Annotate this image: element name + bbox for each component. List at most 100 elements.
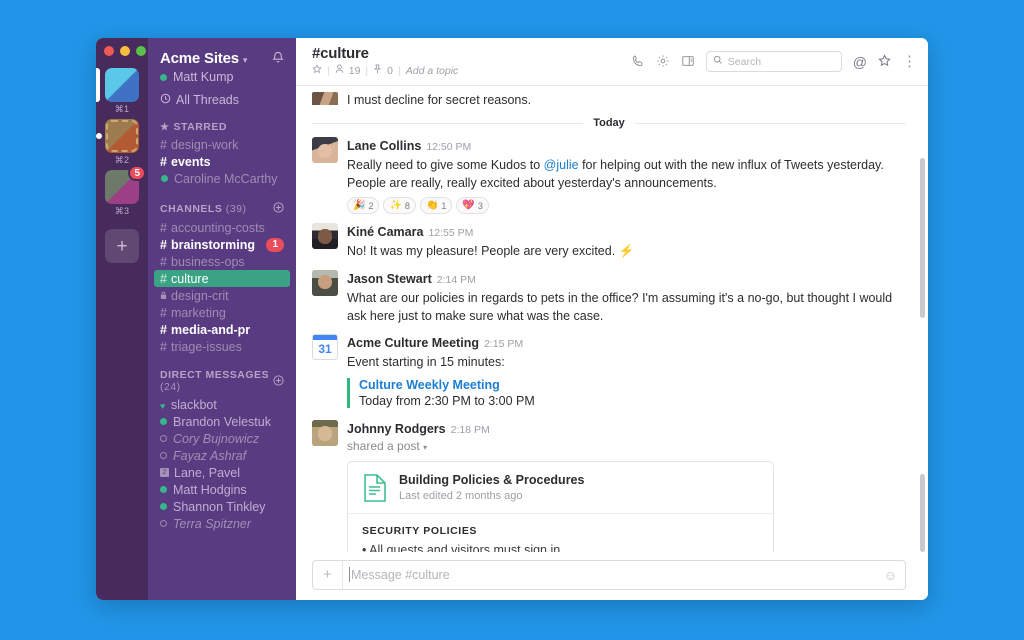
pin-icon[interactable] <box>373 64 382 77</box>
sidebar-channel-business-ops[interactable]: # business-ops <box>148 253 296 270</box>
post-attachment-card[interactable]: Building Policies & Procedures Last edit… <box>347 460 774 552</box>
hash-icon: # <box>160 271 167 286</box>
members-count: 19 <box>348 64 361 77</box>
current-user[interactable]: Matt Kump <box>160 70 284 84</box>
sidebar-dm-lane-pavel[interactable]: 2 Lane, Pavel <box>148 464 296 481</box>
team-tile-1[interactable]: ⌘1 <box>96 68 139 115</box>
mentions-icon[interactable]: @ <box>853 55 867 69</box>
sidebar-channel-culture[interactable]: # culture <box>154 270 290 287</box>
sidebar-channel-events[interactable]: # events <box>148 153 296 170</box>
sidebar-dm-shannon-tinkley[interactable]: Shannon Tinkley <box>148 498 296 515</box>
add-attachment-button[interactable]: + <box>313 561 343 589</box>
team-tile-3[interactable]: 5 ⌘3 <box>105 165 146 217</box>
message-input[interactable]: Message #culture <box>343 567 884 582</box>
channel-label: triage-issues <box>171 339 242 354</box>
shared-post-label[interactable]: shared a post ▾ <box>347 439 906 453</box>
team-avatar[interactable] <box>105 119 139 153</box>
dm-label: Matt Hodgins <box>173 482 247 497</box>
team-name[interactable]: Acme Sites <box>160 50 239 67</box>
lock-icon <box>160 289 171 303</box>
message-author[interactable]: Kiné Camara <box>347 225 423 239</box>
more-options-icon[interactable]: ⋮ <box>902 54 917 69</box>
minimize-icon[interactable] <box>120 46 130 56</box>
reaction-count: 1 <box>441 200 447 211</box>
notifications-bell-icon[interactable] <box>272 51 284 67</box>
user-mention[interactable]: @julie <box>544 158 579 172</box>
message-author[interactable]: Lane Collins <box>347 139 421 153</box>
reaction-chip[interactable]: ✨ 8 <box>383 197 416 215</box>
details-panel-icon[interactable] <box>681 54 695 70</box>
reaction-chip[interactable]: 🎉 2 <box>347 197 380 215</box>
members-icon[interactable] <box>335 64 344 77</box>
sidebar-dm-fayaz-ashraf[interactable]: Fayaz Ashraf <box>148 447 296 464</box>
message-author[interactable]: Jason Stewart <box>347 272 432 286</box>
channel-meta: | 19 | 0 | Add a topic <box>312 64 463 77</box>
star-channel-icon[interactable] <box>312 64 322 77</box>
sidebar-dm-terra-spitzner[interactable]: Terra Spitzner <box>148 515 296 532</box>
reaction-bar: 🎉 2 ✨ 8 👏 1 💖 3 <box>347 197 906 215</box>
message-row: Kiné Camara 12:55 PM No! It was my pleasu… <box>312 214 906 260</box>
message-list[interactable]: I must decline for secret reasons. Today <box>296 86 928 552</box>
sidebar-channel-marketing[interactable]: # marketing <box>148 304 296 321</box>
team-header[interactable]: Acme Sites ▾ Matt Kump <box>148 46 296 84</box>
add-channel-icon[interactable] <box>273 201 284 216</box>
presence-online-icon <box>160 73 167 81</box>
day-divider-label: Today <box>593 117 625 130</box>
slack-window: ⌘1 ⌘2 5 ⌘3 + Acme Sites ▾ Matt Kump All … <box>96 38 928 600</box>
scrollbar-thumb-upper[interactable] <box>920 158 925 318</box>
chevron-down-icon[interactable]: ▾ <box>423 443 427 452</box>
post-section-heading: SECURITY POLICIES <box>362 524 478 537</box>
call-icon[interactable] <box>631 54 645 70</box>
sidebar-dm-cory-bujnowicz[interactable]: Cory Bujnowicz <box>148 430 296 447</box>
dm-label: slackbot <box>171 397 217 412</box>
sidebar-dm-brandon-velestuk[interactable]: Brandon Velestuk <box>148 413 296 430</box>
sidebar-channel-media-and-pr[interactable]: # media-and-pr <box>148 321 296 338</box>
gear-icon[interactable] <box>656 54 670 70</box>
team-switcher-rail: ⌘1 ⌘2 5 ⌘3 + <box>96 38 148 600</box>
sidebar-channel-accounting-costs[interactable]: # accounting-costs <box>148 219 296 236</box>
sidebar-dm-slackbot[interactable]: ♥ slackbot <box>148 396 296 413</box>
sidebar-channel-design-work[interactable]: # design-work <box>148 136 296 153</box>
presence-online-icon <box>161 175 168 182</box>
add-topic-link[interactable]: Add a topic <box>406 65 459 77</box>
sidebar-dm-caroline-mccarthy[interactable]: Caroline McCarthy <box>148 170 296 187</box>
message-timestamp: 12:50 PM <box>426 141 472 154</box>
starred-items-icon[interactable] <box>878 54 891 69</box>
post-title[interactable]: Building Policies & Procedures <box>399 473 584 487</box>
threads-icon <box>160 93 171 107</box>
dm-label: Cory Bujnowicz <box>173 431 260 446</box>
sidebar-channel-triage-issues[interactable]: # triage-issues <box>148 338 296 355</box>
meta-divider: | <box>327 64 330 77</box>
reaction-chip[interactable]: 👏 1 <box>419 197 453 215</box>
avatar[interactable] <box>312 223 338 250</box>
message-timestamp: 2:15 PM <box>483 337 524 350</box>
message-author[interactable]: Acme Culture Meeting <box>347 336 479 350</box>
scrollbar-thumb-lower[interactable] <box>920 474 925 552</box>
avatar[interactable] <box>312 419 338 446</box>
search-input[interactable]: Search <box>705 51 842 72</box>
dm-title: DIRECT MESSAGES <box>160 369 270 381</box>
sidebar-channel-design-crit[interactable]: design-crit <box>148 287 296 304</box>
add-dm-icon[interactable] <box>273 374 284 389</box>
maximize-icon[interactable] <box>136 46 146 56</box>
team-avatar[interactable] <box>105 68 139 102</box>
emoji-picker-icon[interactable]: ☺ <box>884 568 905 583</box>
message-composer[interactable]: + Message #culture ☺ <box>312 560 906 590</box>
event-title-link[interactable]: Culture Weekly Meeting <box>359 378 906 392</box>
avatar[interactable] <box>312 137 338 164</box>
reaction-chip[interactable]: 💖 3 <box>456 197 489 215</box>
dm-label: Fayaz Ashraf <box>173 448 247 463</box>
all-threads-item[interactable]: All Threads <box>160 93 284 107</box>
message-author[interactable]: Johnny Rodgers <box>347 422 446 436</box>
sidebar-dm-matt-hodgins[interactable]: Matt Hodgins <box>148 481 296 498</box>
channel-header: #culture | 19 | 0 | Add a topic Search @… <box>296 38 928 86</box>
sidebar-channel-brainstorming[interactable]: # brainstorming 1 <box>148 236 296 253</box>
avatar[interactable] <box>312 269 338 296</box>
channel-label: business-ops <box>171 254 245 269</box>
main-panel: #culture | 19 | 0 | Add a topic Search @… <box>296 38 928 600</box>
team-tile-2[interactable]: ⌘2 <box>96 119 139 166</box>
add-team-button[interactable]: + <box>105 229 139 263</box>
chevron-down-icon[interactable]: ▾ <box>243 55 248 66</box>
close-icon[interactable] <box>104 46 114 56</box>
message-text: Really need to give some Kudos to @julie… <box>347 156 906 192</box>
